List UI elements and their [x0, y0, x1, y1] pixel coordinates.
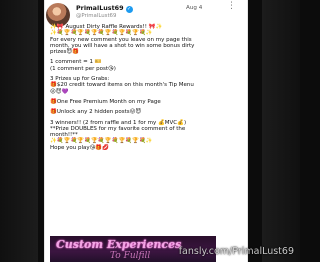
more-vertical-icon[interactable]: ⋮ [227, 2, 236, 11]
post-body: ✨🎀 August Dirty Raffle Rewards!! 🎀✨ ✨💐🏆💐… [50, 24, 238, 151]
promo-headline: Custom Experiences [56, 238, 182, 251]
watermark: fansly.com/PrimalLust69 [178, 246, 294, 257]
post-date: Aug 4 [186, 5, 203, 11]
author-name[interactable]: PrimalLust69 ✓ [76, 4, 133, 13]
right-background-band [262, 0, 300, 262]
promo-subtext: To Fulfill [110, 251, 151, 261]
author-name-text[interactable]: PrimalLust69 [76, 4, 124, 12]
left-background-band [0, 0, 38, 262]
post-line: Hope you play😘🎁💋 [50, 144, 110, 151]
verified-badge-icon: ✓ [125, 6, 133, 13]
author-handle[interactable]: @PrimalLust69 [76, 13, 116, 19]
